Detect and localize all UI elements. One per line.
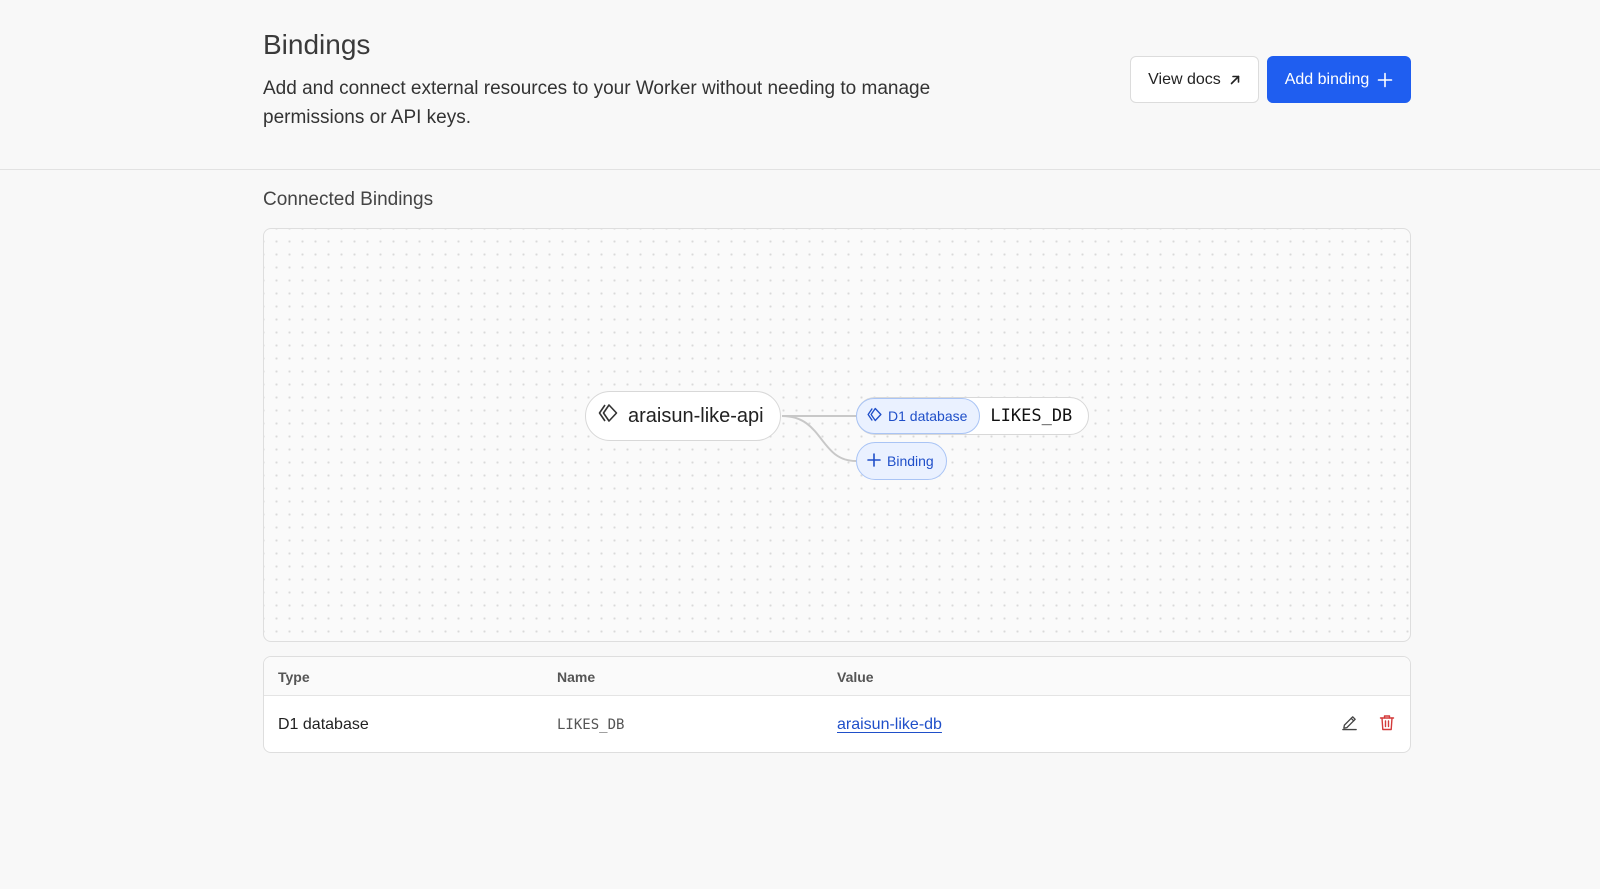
view-docs-label: View docs	[1148, 70, 1221, 88]
column-header-type: Type	[278, 668, 310, 685]
view-docs-button[interactable]: View docs	[1130, 56, 1259, 103]
page-description: Add and connect external resources to yo…	[263, 78, 931, 128]
graph-edges	[781, 415, 857, 462]
edge-to-add-binding	[781, 415, 857, 462]
worker-diamond-icon	[598, 403, 618, 429]
page-header: Bindings Add and connect external resour…	[0, 0, 1600, 170]
table-row: D1 database LIKES_DB araisun-like-db	[264, 696, 1410, 752]
plus-icon	[1377, 72, 1393, 88]
pencil-icon	[1341, 714, 1358, 736]
binding-name-label: LIKES_DB	[990, 406, 1073, 426]
d1-database-icon	[867, 407, 882, 425]
worker-name: araisun-like-api	[628, 404, 764, 427]
edit-button[interactable]	[1339, 715, 1359, 735]
section-title: Connected Bindings	[263, 189, 434, 210]
page-title: Bindings	[263, 29, 371, 60]
add-binding-node[interactable]: Binding	[856, 442, 947, 480]
database-link[interactable]: araisun-like-db	[837, 716, 942, 734]
binding-node-d1[interactable]: D1 database LIKES_DB	[856, 397, 1090, 435]
add-binding-button[interactable]: Add binding	[1267, 56, 1411, 103]
add-binding-node-label: Binding	[887, 453, 934, 469]
table-header: Type Name Value	[264, 657, 1410, 696]
bindings-graph-canvas[interactable]: araisun-like-api D1 database LIKES_DB Bi…	[263, 228, 1411, 642]
plus-icon	[867, 452, 881, 470]
worker-node[interactable]: araisun-like-api	[585, 391, 781, 441]
add-binding-label: Add binding	[1284, 70, 1370, 88]
trash-icon	[1379, 714, 1395, 736]
bindings-table: Type Name Value D1 database LIKES_DB ara…	[263, 656, 1411, 753]
cell-type: D1 database	[278, 716, 369, 733]
column-header-name: Name	[557, 668, 596, 685]
cell-name: LIKES_DB	[557, 717, 625, 733]
column-header-value: Value	[837, 668, 874, 685]
binding-type-pill: D1 database	[856, 398, 981, 434]
binding-type-label: D1 database	[888, 408, 968, 424]
cell-value: araisun-like-db	[837, 696, 942, 752]
delete-button[interactable]	[1377, 715, 1397, 735]
arrow-up-right-icon	[1229, 74, 1241, 86]
